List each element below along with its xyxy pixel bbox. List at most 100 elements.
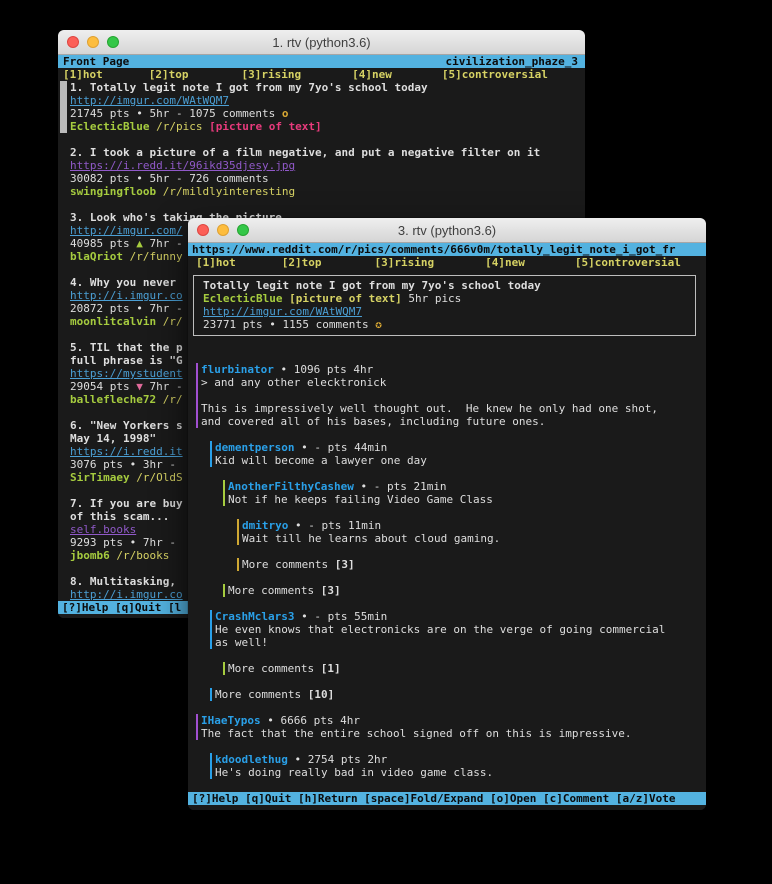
comment-body[interactable]: This is impressively well thought out. H… xyxy=(188,402,706,415)
text: More comments xyxy=(215,688,308,701)
comment-depth-bar xyxy=(210,688,212,701)
post-link[interactable]: self.books xyxy=(70,523,136,536)
post-2-link[interactable]: https://i.redd.it/96ikd35djesy.jpg xyxy=(58,159,585,172)
comment-depth-bar xyxy=(210,753,212,766)
indent xyxy=(194,593,223,594)
tab-rising[interactable]: [3]rising xyxy=(242,68,302,81)
text: 7hr - xyxy=(143,380,183,393)
tab-new[interactable]: [4]new xyxy=(485,256,525,269)
post-link[interactable]: https://i.redd.it/96ikd35djesy.jpg xyxy=(70,159,295,172)
terminal-line xyxy=(188,428,706,441)
zoom-button[interactable] xyxy=(107,36,119,48)
comment-depth-bar xyxy=(210,610,212,623)
text: Kid will become a lawyer one day xyxy=(215,454,427,467)
terminal-line xyxy=(58,198,585,211)
comment-body[interactable]: The fact that the entire school signed o… xyxy=(188,727,706,740)
comment-author[interactable]: AnotherFilthyCashew xyxy=(228,480,354,493)
comment-author[interactable]: dementperson xyxy=(215,441,294,454)
post-author: EclecticBlue xyxy=(70,120,149,133)
tab-top[interactable]: [2]top xyxy=(282,256,322,269)
indent xyxy=(194,632,210,633)
text: More comments xyxy=(228,584,321,597)
comment-header[interactable]: flurbinator • 1096 pts 4hr xyxy=(188,363,706,376)
text: • - pts 21min xyxy=(354,480,447,493)
comment-depth-bar xyxy=(210,454,212,467)
minimize-button[interactable] xyxy=(217,224,229,236)
minimize-button[interactable] xyxy=(87,36,99,48)
comment-header[interactable]: AnotherFilthyCashew • - pts 21min xyxy=(188,480,706,493)
comment-header[interactable]: kdoodlethug • 2754 pts 2hr xyxy=(188,753,706,766)
comment-depth-bar xyxy=(237,519,239,532)
tab-top[interactable]: [2]top xyxy=(149,68,189,81)
post-2-title[interactable]: 2. I took a picture of a film negative, … xyxy=(58,146,585,159)
tab-rising[interactable]: [3]rising xyxy=(375,256,435,269)
post-link[interactable]: http://i.imgur.co xyxy=(70,289,183,302)
post-author: SirTimaey xyxy=(70,471,130,484)
comment-body[interactable]: > and any other elecktronick xyxy=(188,376,706,389)
comment-depth-bar xyxy=(237,532,239,545)
more-comments[interactable]: More comments [10] xyxy=(188,688,706,701)
indent xyxy=(236,265,282,266)
tab-hot[interactable]: [1]hot xyxy=(196,256,236,269)
post-link[interactable]: http://imgur.com/WAtWQM7 xyxy=(203,305,362,318)
comment-body[interactable]: Wait till he learns about cloud gaming. xyxy=(188,532,706,545)
text: • 2754 pts 2hr xyxy=(288,753,387,766)
terminal-line xyxy=(188,649,706,662)
text: More comments xyxy=(228,662,321,675)
subreddit: /r/ xyxy=(156,393,183,406)
comment-body[interactable]: He's doing really bad in video game clas… xyxy=(188,766,706,779)
close-button[interactable] xyxy=(67,36,79,48)
post-1-title[interactable]: 1. Totally legit note I got from my 7yo'… xyxy=(58,81,585,94)
comment-depth-bar xyxy=(237,558,239,571)
post-detail-link[interactable]: http://imgur.com/WAtWQM7 xyxy=(203,305,695,318)
post-detail-byline: EclecticBlue [picture of text] 5hr pics xyxy=(203,292,695,305)
text: full phrase is "G xyxy=(70,354,183,367)
comment-header[interactable]: IHaeTypos • 6666 pts 4hr xyxy=(188,714,706,727)
text: 5hr pics xyxy=(402,292,462,305)
tab-controversial[interactable]: [5]controversial xyxy=(442,68,548,81)
tab-hot[interactable]: [1]hot xyxy=(63,68,103,81)
comment-body[interactable] xyxy=(188,389,706,402)
comment-body[interactable]: and covered all of his bases, including … xyxy=(188,415,706,428)
comment-header[interactable]: dementperson • - pts 44min xyxy=(188,441,706,454)
comment-author[interactable]: CrashMclars3 xyxy=(215,610,294,623)
comment-depth-bar xyxy=(210,441,212,454)
post-link[interactable]: http://imgur.com/WAtWQM7 xyxy=(70,94,229,107)
tab-controversial[interactable]: [5]controversial xyxy=(575,256,681,269)
post-1-link[interactable]: http://imgur.com/WAtWQM7 xyxy=(58,94,585,107)
comment-author[interactable]: dmitryo xyxy=(242,519,288,532)
text: [3] xyxy=(335,558,355,571)
zoom-button[interactable] xyxy=(237,224,249,236)
titlebar[interactable]: 3. rtv (python3.6) xyxy=(188,218,706,243)
titlebar[interactable]: 1. rtv (python3.6) xyxy=(58,30,585,55)
post-link[interactable]: http://i.imgur.co xyxy=(70,588,183,601)
post-link[interactable]: https://i.redd.it xyxy=(70,445,183,458)
tab-new[interactable]: [4]new xyxy=(352,68,392,81)
comment-author[interactable]: flurbinator xyxy=(201,363,274,376)
indent xyxy=(194,697,210,698)
comment-depth-bar xyxy=(223,584,225,597)
text: Wait till he learns about cloud gaming. xyxy=(242,532,500,545)
comment-author[interactable]: kdoodlethug xyxy=(215,753,288,766)
comment-body[interactable]: as well! xyxy=(188,636,706,649)
indent xyxy=(194,775,210,776)
comment-depth-bar xyxy=(210,766,212,779)
post-link[interactable]: http://imgur.com/ xyxy=(70,224,183,237)
terminal-line xyxy=(188,571,706,584)
tab-bar-container: [1]hot [2]top [3]rising [4]new [5]controvers… xyxy=(188,256,706,269)
comment-header[interactable]: dmitryo • - pts 11min xyxy=(188,519,706,532)
comment-depth-bar xyxy=(196,389,198,402)
more-comments[interactable]: More comments [3] xyxy=(188,584,706,597)
comment-body[interactable]: Kid will become a lawyer one day xyxy=(188,454,706,467)
post-link[interactable]: https://mystudent xyxy=(70,367,183,380)
comment-author[interactable]: IHaeTypos xyxy=(201,714,261,727)
more-comments[interactable]: More comments [1] xyxy=(188,662,706,675)
comment-depth-bar xyxy=(196,727,198,740)
close-button[interactable] xyxy=(197,224,209,236)
more-comments[interactable]: More comments [3] xyxy=(188,558,706,571)
comment-body[interactable]: Not if he keeps failing Video Game Class xyxy=(188,493,706,506)
comment-body[interactable]: He even knows that electronicks are on t… xyxy=(188,623,706,636)
comment-header[interactable]: CrashMclars3 • - pts 55min xyxy=(188,610,706,623)
text: • - pts 44min xyxy=(294,441,387,454)
text: and covered all of his bases, including … xyxy=(201,415,545,428)
